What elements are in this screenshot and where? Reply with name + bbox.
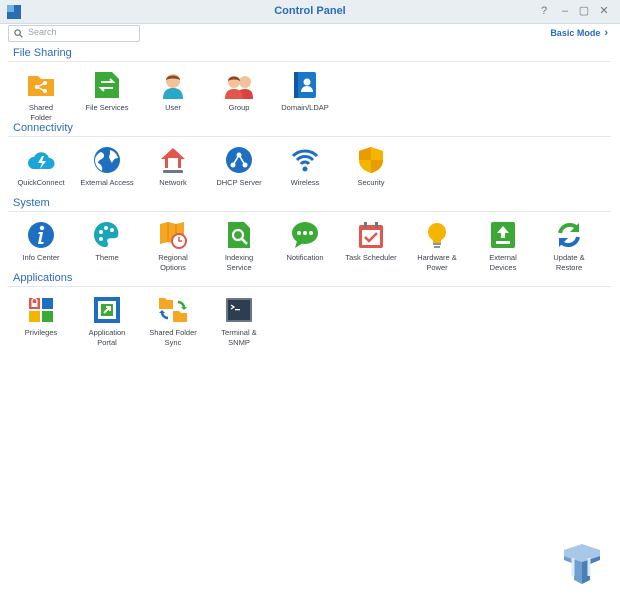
- divider: [8, 286, 611, 287]
- indexing-service-label: Indexing Service: [224, 253, 254, 272]
- user-icon: [163, 74, 183, 99]
- section-file-sharing: File Sharing: [13, 47, 72, 59]
- terminal-snmp-label: Terminal & SNMP: [221, 328, 257, 347]
- map-clock-icon: [160, 222, 187, 249]
- external-access-button[interactable]: External Access: [74, 145, 140, 188]
- external-devices-button[interactable]: External Devices: [470, 220, 536, 273]
- quickconnect-icon: [28, 152, 55, 169]
- shared-folder-sync-label: Shared Folder Sync: [149, 328, 197, 347]
- info-center-button[interactable]: Info Center: [8, 220, 74, 263]
- privileges-label: Privileges: [24, 328, 58, 337]
- folder-sync-icon: [159, 298, 187, 322]
- section-system: System: [13, 197, 50, 209]
- update-restore-label: Update & Restore: [553, 253, 585, 272]
- application-portal-button[interactable]: Application Portal: [74, 295, 140, 348]
- quickconnect-button[interactable]: QuickConnect: [8, 145, 74, 188]
- privileges-icon: [29, 297, 53, 322]
- info-icon: [28, 222, 54, 248]
- network-label: Network: [159, 178, 187, 187]
- dhcp-server-icon: [226, 147, 252, 173]
- dhcp-server-button[interactable]: DHCP Server: [206, 145, 272, 188]
- chat-bubble-icon: [292, 222, 318, 248]
- task-scheduler-label: Task Scheduler: [345, 253, 397, 262]
- notification-button[interactable]: Notification: [272, 220, 338, 263]
- file-services-label: File Services: [85, 103, 129, 112]
- file-services-icon: [95, 72, 119, 98]
- section-applications: Applications: [13, 272, 73, 284]
- shield-icon: [359, 147, 383, 173]
- network-button[interactable]: Network: [140, 145, 206, 188]
- indexing-service-button[interactable]: Indexing Service: [206, 220, 272, 273]
- window-title: Control Panel: [274, 5, 346, 17]
- hardware-power-button[interactable]: Hardware & Power: [404, 220, 470, 273]
- wifi-icon: [291, 149, 319, 172]
- theme-label: Theme: [95, 253, 119, 262]
- search-placeholder: Search: [28, 27, 57, 37]
- group-label: Group: [228, 103, 250, 112]
- external-devices-label: External Devices: [489, 253, 517, 272]
- wireless-button[interactable]: Wireless: [272, 145, 338, 188]
- basic-mode-link[interactable]: Basic Mode ›: [550, 27, 608, 39]
- shared-folder-icon: [28, 76, 54, 96]
- group-button[interactable]: Group: [206, 70, 272, 113]
- network-house-icon: [161, 148, 185, 173]
- shared-folder-label: Shared Folder: [28, 103, 54, 122]
- divider: [8, 136, 611, 137]
- security-label: Security: [357, 178, 385, 187]
- domain-ldap-icon: [294, 72, 316, 98]
- task-scheduler-button[interactable]: Task Scheduler: [338, 220, 404, 263]
- maximize-icon[interactable]: ▢: [576, 3, 592, 19]
- lightbulb-icon: [428, 223, 446, 248]
- calendar-check-icon: [359, 222, 383, 248]
- user-button[interactable]: User: [140, 70, 206, 113]
- divider: [8, 211, 611, 212]
- terminal-snmp-button[interactable]: Terminal & SNMP: [206, 295, 272, 348]
- close-icon[interactable]: ✕: [596, 3, 612, 19]
- basic-mode-label: Basic Mode: [550, 28, 601, 38]
- indexing-search-icon: [228, 222, 250, 248]
- domain-ldap-button[interactable]: Domain/LDAP: [272, 70, 338, 113]
- dhcp-server-label: DHCP Server: [216, 178, 262, 187]
- divider: [8, 61, 611, 62]
- theme-button[interactable]: Theme: [74, 220, 140, 263]
- regional-options-label: Regional Options: [158, 253, 188, 272]
- quickconnect-label: QuickConnect: [17, 178, 65, 187]
- refresh-icon: [558, 222, 580, 248]
- section-connectivity: Connectivity: [13, 122, 73, 134]
- chevron-right-icon: ›: [604, 27, 608, 39]
- regional-options-button[interactable]: Regional Options: [140, 220, 206, 273]
- external-device-icon: [491, 222, 515, 248]
- shared-folder-sync-button[interactable]: Shared Folder Sync: [140, 295, 206, 348]
- shared-folder-button[interactable]: Shared Folder: [8, 70, 74, 123]
- privileges-button[interactable]: Privileges: [8, 295, 74, 338]
- update-restore-button[interactable]: Update & Restore: [536, 220, 602, 273]
- domain-ldap-label: Domain/LDAP: [281, 103, 329, 112]
- notification-label: Notification: [286, 253, 324, 262]
- application-portal-label: Application Portal: [88, 328, 126, 347]
- search-icon: [14, 29, 23, 38]
- wireless-label: Wireless: [290, 178, 320, 187]
- palette-icon: [94, 222, 119, 247]
- help-icon[interactable]: ?: [536, 3, 552, 19]
- group-icon: [225, 76, 253, 99]
- file-services-button[interactable]: File Services: [74, 70, 140, 113]
- terminal-icon: [226, 298, 252, 322]
- info-center-label: Info Center: [22, 253, 60, 262]
- minimize-icon[interactable]: –: [557, 3, 573, 19]
- hardware-power-label: Hardware & Power: [417, 253, 457, 272]
- portal-icon: [94, 297, 120, 323]
- search-input[interactable]: Search: [8, 25, 140, 42]
- title-bar: Control Panel ? – ▢ ✕: [0, 0, 620, 24]
- security-button[interactable]: Security: [338, 145, 404, 188]
- external-access-label: External Access: [80, 178, 134, 187]
- user-label: User: [165, 103, 181, 112]
- watermark-logo: [564, 544, 600, 584]
- globe-icon: [94, 147, 120, 173]
